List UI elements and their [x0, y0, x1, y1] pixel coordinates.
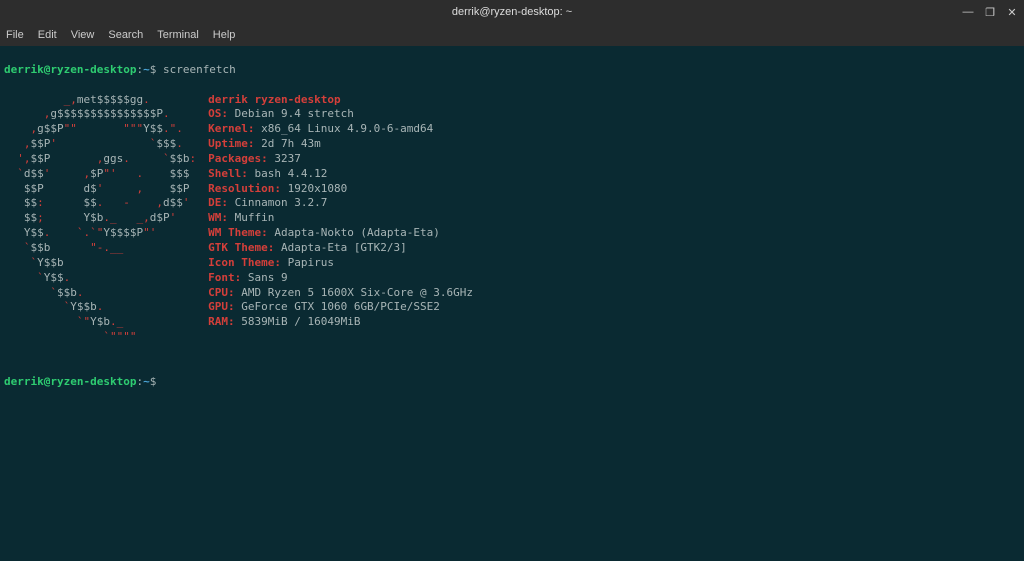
info-key: WM: [208, 211, 228, 224]
prompt-userhost: derrik@ryzen-desktop [4, 375, 136, 388]
info-key: DE: [208, 196, 228, 209]
info-key: Kernel: [208, 122, 254, 135]
command-text: screenfetch [163, 63, 236, 76]
info-value: Muffin [228, 211, 274, 224]
info-key: Font: [208, 271, 241, 284]
prompt-path: ~ [143, 63, 150, 76]
info-key: WM Theme: [208, 226, 268, 239]
minimize-icon[interactable]: — [962, 6, 974, 18]
prompt-path: ~ [143, 375, 150, 388]
menu-view[interactable]: View [71, 29, 95, 41]
menu-terminal[interactable]: Terminal [157, 29, 199, 41]
screenfetch-output: _,met$$$$$gg. ,g$$$$$$$$$$$$$$$P. ,g$$P"… [4, 93, 1020, 345]
window-title: derrik@ryzen-desktop: ~ [452, 6, 572, 18]
info-key: Shell: [208, 167, 248, 180]
info-key: GPU: [208, 300, 235, 313]
close-icon[interactable]: ✕ [1006, 6, 1018, 19]
ascii-logo: _,met$$$$$gg. ,g$$$$$$$$$$$$$$$P. ,g$$P"… [4, 93, 196, 345]
info-value: Adapta-Nokto (Adapta-Eta) [268, 226, 440, 239]
prompt-userhost: derrik@ryzen-desktop [4, 63, 136, 76]
prompt-line-2: derrik@ryzen-desktop:~$ [4, 360, 1020, 390]
menu-help[interactable]: Help [213, 29, 236, 41]
menu-edit[interactable]: Edit [38, 29, 57, 41]
info-value: Papirus [281, 256, 334, 269]
prompt-sigil: $ [150, 375, 157, 388]
window-controls: — ❐ ✕ [962, 0, 1018, 24]
info-value: Sans 9 [241, 271, 287, 284]
info-header: derrik ryzen-desktop [208, 93, 340, 106]
info-value: x86_64 Linux 4.9.0-6-amd64 [254, 122, 433, 135]
info-value: GeForce GTX 1060 6GB/PCIe/SSE2 [235, 300, 440, 313]
menu-search[interactable]: Search [108, 29, 143, 41]
info-key: Resolution: [208, 182, 281, 195]
prompt-sigil: $ [150, 63, 157, 76]
terminal-area[interactable]: derrik@ryzen-desktop:~$ screenfetch _,me… [0, 46, 1024, 561]
maximize-icon[interactable]: ❐ [984, 6, 996, 19]
info-value: bash 4.4.12 [248, 167, 327, 180]
info-key: OS: [208, 107, 228, 120]
info-value: Cinnamon 3.2.7 [228, 196, 327, 209]
info-value: 5839MiB / 16049MiB [235, 315, 361, 328]
info-key: CPU: [208, 286, 235, 299]
info-key: GTK Theme: [208, 241, 274, 254]
prompt-line-1: derrik@ryzen-desktop:~$ screenfetch [4, 63, 1020, 78]
info-key: Icon Theme: [208, 256, 281, 269]
info-key: Uptime: [208, 137, 254, 150]
menu-file[interactable]: File [6, 29, 24, 41]
window-titlebar: derrik@ryzen-desktop: ~ — ❐ ✕ [0, 0, 1024, 24]
info-value: 3237 [268, 152, 301, 165]
info-value: Adapta-Eta [GTK2/3] [274, 241, 406, 254]
info-value: 2d 7h 43m [254, 137, 320, 150]
info-value: 1920x1080 [281, 182, 347, 195]
info-value: AMD Ryzen 5 1600X Six-Core @ 3.6GHz [235, 286, 473, 299]
info-value: Debian 9.4 stretch [228, 107, 354, 120]
info-key: Packages: [208, 152, 268, 165]
info-key: RAM: [208, 315, 235, 328]
menubar: File Edit View Search Terminal Help [0, 24, 1024, 46]
system-info: derrik ryzen-desktop OS: Debian 9.4 stre… [208, 93, 473, 331]
